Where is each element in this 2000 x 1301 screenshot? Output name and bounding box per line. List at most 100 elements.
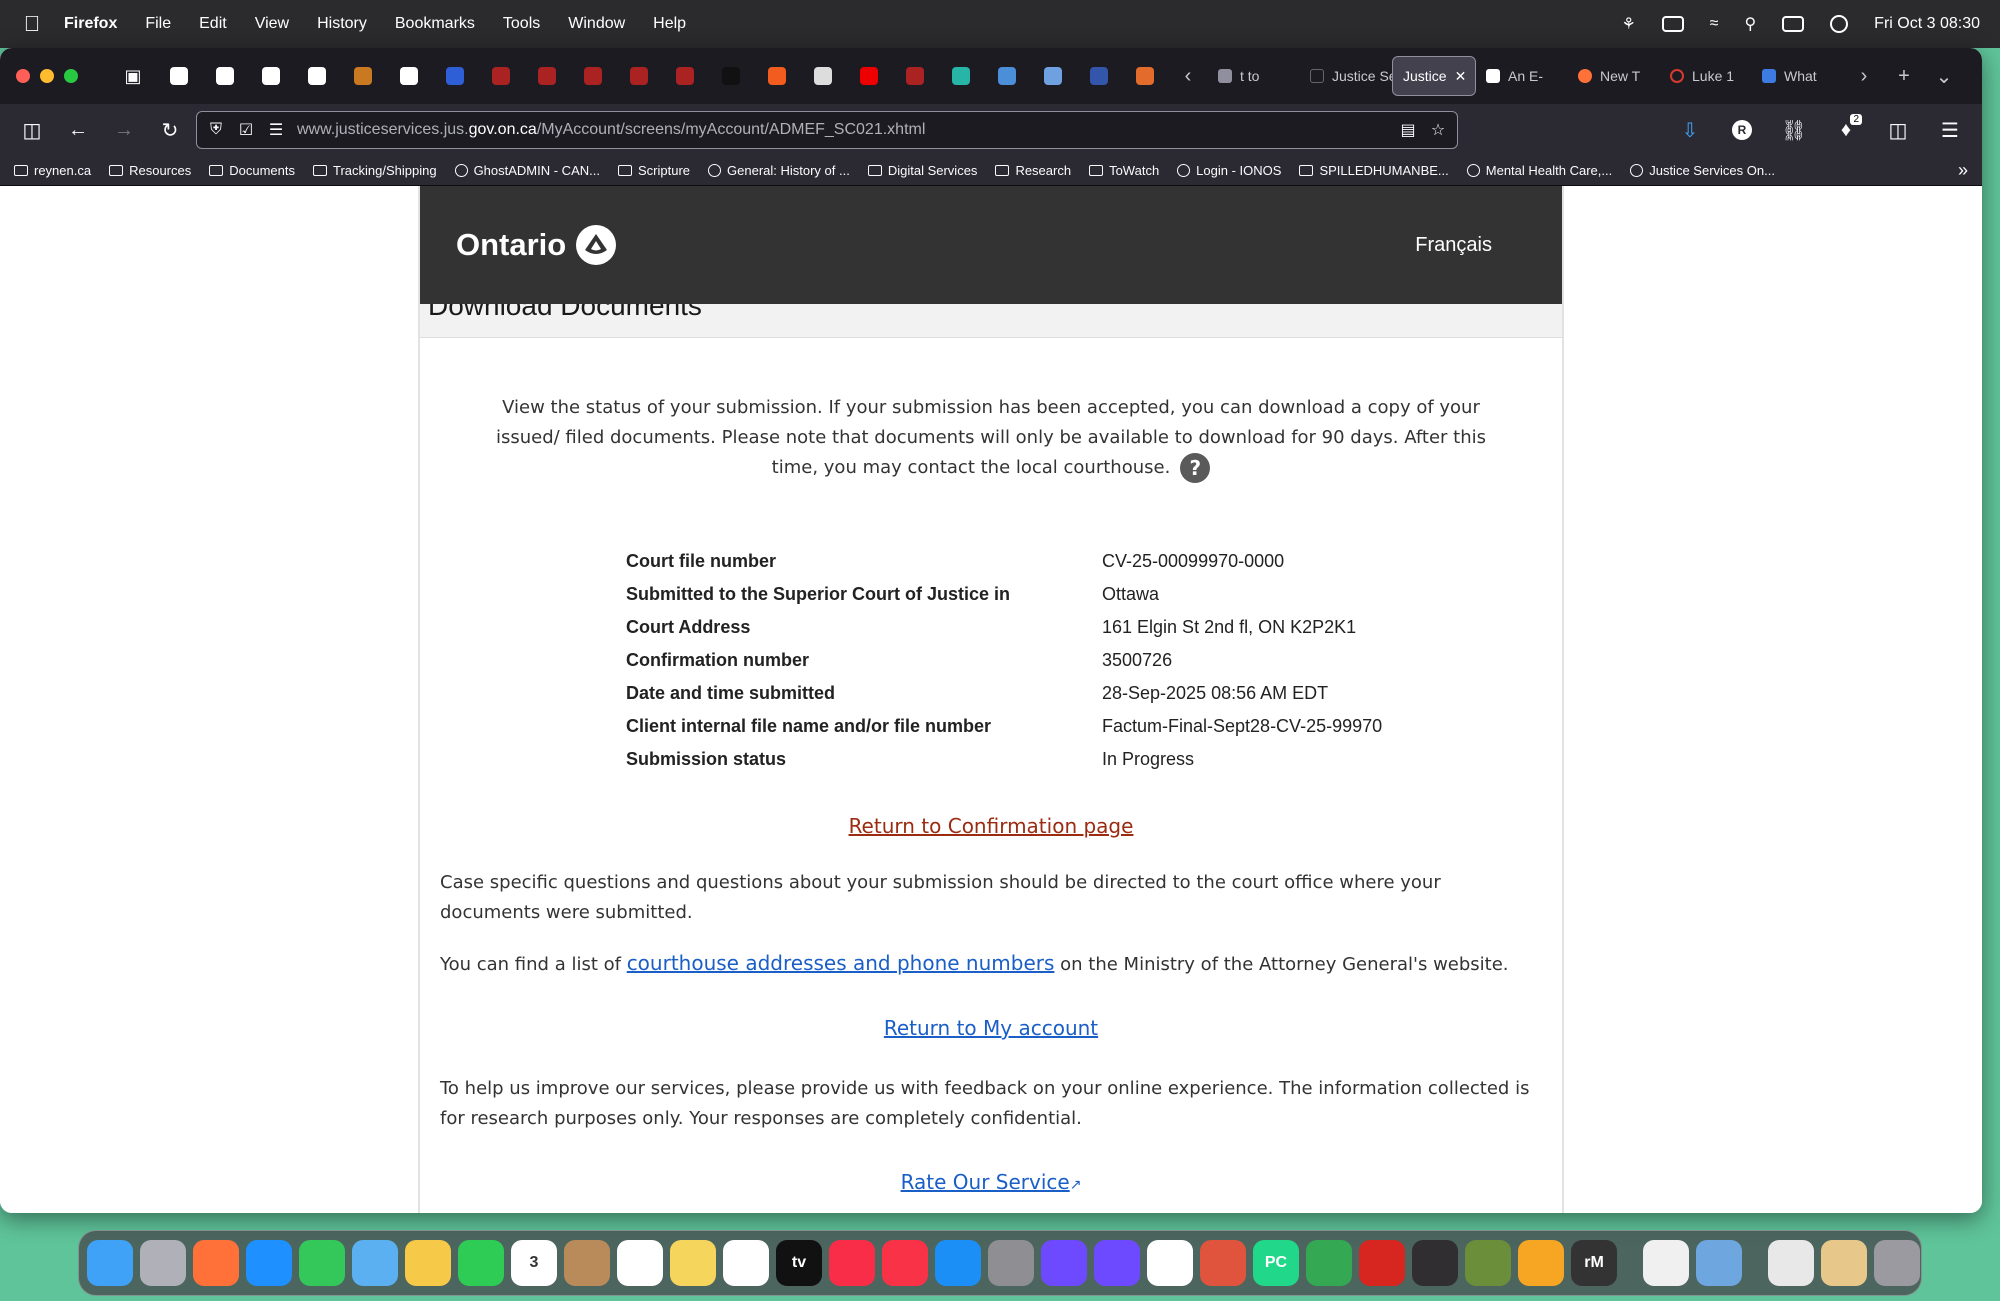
calendar-icon[interactable]: 3 [511, 1240, 557, 1286]
pages-icon[interactable] [1518, 1240, 1564, 1286]
bookmark-item[interactable]: GhostADMIN - CAN... [454, 163, 600, 178]
facetime-icon[interactable] [458, 1240, 504, 1286]
pinned-tab[interactable] [754, 56, 800, 96]
menu-window[interactable]: Window [568, 15, 625, 33]
lock-icon[interactable]: ☑ [237, 121, 255, 139]
bookmark-item[interactable]: Justice Services On... [1630, 163, 1775, 178]
pinned-tab[interactable] [892, 56, 938, 96]
photos-icon[interactable] [405, 1240, 451, 1286]
apple-menu-icon[interactable]:  [0, 11, 64, 37]
pinned-tab[interactable] [432, 56, 478, 96]
vpn-status-icon[interactable]: ⚘ [1621, 14, 1635, 34]
zoom-window-button[interactable] [64, 69, 78, 83]
tab[interactable]: New T [1568, 56, 1660, 96]
menubar-clock[interactable]: Fri Oct 3 08:30 [1874, 15, 1980, 33]
proton-vpn-icon[interactable] [1041, 1240, 1087, 1286]
language-toggle-link[interactable]: Français [1415, 234, 1492, 257]
bookmark-item[interactable]: Scripture [617, 163, 690, 178]
pinned-tab[interactable] [800, 56, 846, 96]
list-all-tabs-icon[interactable]: ⌄ [1924, 64, 1964, 89]
news-icon[interactable] [882, 1240, 928, 1286]
pinned-tab[interactable] [662, 56, 708, 96]
bookmark-item[interactable]: Mental Health Care,... [1466, 163, 1612, 178]
bookmark-item[interactable]: reynen.ca [14, 163, 91, 178]
tab[interactable]: An E- [1476, 56, 1568, 96]
return-confirmation-link[interactable]: Return to Confirmation page [849, 814, 1134, 838]
back-button[interactable]: ← [58, 112, 98, 148]
pinned-tab[interactable] [156, 56, 202, 96]
menu-history[interactable]: History [317, 15, 367, 33]
bookmark-item[interactable]: ToWatch [1089, 163, 1159, 178]
launchpad-icon[interactable] [140, 1240, 186, 1286]
scroll-tabs-right-icon[interactable]: › [1844, 65, 1884, 88]
courthouse-addresses-link[interactable]: courthouse addresses and phone numbers [627, 951, 1055, 975]
arc-icon[interactable] [1147, 1240, 1193, 1286]
freeform-icon[interactable] [723, 1240, 769, 1286]
url-text[interactable]: www.justiceservices.jus.gov.on.ca/MyAcco… [297, 121, 1387, 139]
pinned-tab[interactable] [984, 56, 1030, 96]
new-tab-button[interactable]: + [1884, 65, 1924, 88]
notes-icon[interactable] [670, 1240, 716, 1286]
pinned-tab[interactable] [846, 56, 892, 96]
pinned-tab[interactable] [570, 56, 616, 96]
music-icon[interactable] [829, 1240, 875, 1286]
pinned-tab[interactable] [938, 56, 984, 96]
close-tab-icon[interactable]: ✕ [1455, 68, 1467, 85]
menu-file[interactable]: File [145, 15, 171, 33]
bookmark-item[interactable]: Documents [209, 163, 295, 178]
firefox-view-button[interactable]: ▣ [110, 56, 156, 96]
bookmark-star-icon[interactable]: ☆ [1429, 121, 1447, 139]
tab-active[interactable]: Justice ✕ [1392, 56, 1476, 96]
bookmark-item[interactable]: Research [995, 163, 1071, 178]
reminders-icon[interactable] [617, 1240, 663, 1286]
owl-icon[interactable] [1200, 1240, 1246, 1286]
minimize-window-button[interactable] [40, 69, 54, 83]
return-my-account-link[interactable]: Return to My account [884, 1016, 1098, 1040]
documents-stack-icon[interactable] [1768, 1240, 1814, 1286]
site-permissions-icon[interactable]: ☰ [267, 121, 285, 139]
pinned-tab[interactable] [386, 56, 432, 96]
preview-icon[interactable] [1696, 1240, 1742, 1286]
scroll-tabs-left-icon[interactable]: ‹ [1168, 65, 1208, 88]
bookmark-item[interactable]: General: History of ... [708, 163, 850, 178]
rate-our-service-link[interactable]: Rate Our Service [901, 1170, 1070, 1194]
tv-icon[interactable]: tv [776, 1240, 822, 1286]
contacts-icon[interactable] [564, 1240, 610, 1286]
system-settings-icon[interactable] [988, 1240, 1034, 1286]
close-window-button[interactable] [16, 69, 30, 83]
control-center-icon[interactable] [1782, 16, 1805, 32]
pinned-tab[interactable] [1122, 56, 1168, 96]
extension-badge-icon[interactable]: ♦ 2 [1826, 112, 1866, 148]
proton-mail-icon[interactable] [1094, 1240, 1140, 1286]
more-bookmarks-icon[interactable]: » [1958, 160, 1968, 181]
sidebar-toggle-icon[interactable]: ◫ [12, 112, 52, 148]
ontario-logo[interactable]: Ontario [456, 225, 617, 265]
bookmark-item[interactable]: Tracking/Shipping [312, 163, 437, 178]
tab[interactable]: What [1752, 56, 1844, 96]
menu-tools[interactable]: Tools [503, 15, 540, 33]
menu-help[interactable]: Help [653, 15, 686, 33]
chrome-icon[interactable] [1306, 1240, 1352, 1286]
siri-icon[interactable] [1830, 15, 1849, 33]
pycharm-icon[interactable]: PC [1253, 1240, 1299, 1286]
pinned-tab[interactable] [524, 56, 570, 96]
battery-icon[interactable] [1661, 16, 1684, 32]
menu-view[interactable]: View [255, 15, 289, 33]
app-menu-icon[interactable]: ☰ [1930, 112, 1970, 148]
safari-icon[interactable] [246, 1240, 292, 1286]
pinned-tab[interactable] [340, 56, 386, 96]
bookmark-item[interactable]: Digital Services [867, 163, 977, 178]
pinned-tab[interactable] [708, 56, 754, 96]
maps-icon[interactable] [352, 1240, 398, 1286]
acrobat-icon[interactable] [1359, 1240, 1405, 1286]
account-avatar-icon[interactable]: R [1722, 112, 1762, 148]
messages-icon[interactable] [299, 1240, 345, 1286]
trash-extension-icon[interactable]: ◫ [1878, 112, 1918, 148]
tracking-protection-shield-icon[interactable]: ⛨ [207, 121, 225, 139]
reader-view-icon[interactable]: ▤ [1399, 121, 1417, 139]
pinned-tab[interactable] [616, 56, 662, 96]
obs-icon[interactable] [1412, 1240, 1458, 1286]
pinned-tab[interactable] [1076, 56, 1122, 96]
chess-icon[interactable] [1465, 1240, 1511, 1286]
textedit-icon[interactable] [1643, 1240, 1689, 1286]
